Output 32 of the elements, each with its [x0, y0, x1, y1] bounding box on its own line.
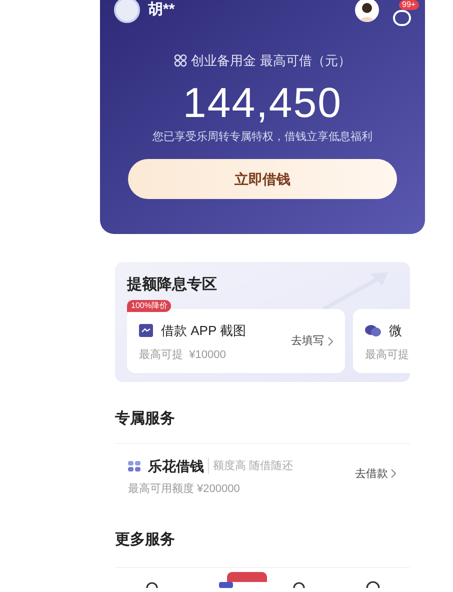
four-dots-icon	[128, 460, 141, 472]
offer-action: 去填写	[291, 334, 324, 349]
discount-badge: 100%降价	[127, 300, 172, 312]
avatar-icon[interactable]	[114, 0, 140, 23]
image-icon	[139, 324, 153, 338]
credit-amount: 144,450	[182, 78, 344, 126]
section-title: 提额降息专区	[127, 275, 217, 295]
service-name: 乐花借钱	[148, 456, 204, 476]
credit-label: 创业备用金 最高可借（元）	[191, 52, 351, 70]
user-name: 胡**	[148, 0, 175, 20]
offer-card[interactable]: 微 最高可提	[353, 309, 410, 373]
credit-note: 您已享受乐周转专属特权，借钱立享低息福利	[152, 130, 374, 144]
offer-limit: 最高可提 ¥10000	[139, 348, 227, 362]
service-item[interactable]: 乐花借钱 额度高 随借随还 最高可用额度 ¥200000 去借款	[115, 442, 410, 498]
clover-icon	[174, 54, 188, 68]
chevron-right-icon	[328, 336, 333, 346]
section-title: 更多服务	[115, 530, 176, 550]
offer-title: 微	[389, 322, 402, 340]
offer-title: 借款 APP 截图	[161, 322, 246, 340]
service-action: 去借款	[355, 466, 388, 482]
borrow-now-button[interactable]: 立即借钱	[128, 159, 397, 199]
message-badge: 99+	[399, 0, 419, 10]
service-tagline: 额度高 随借随还	[208, 458, 294, 474]
person-avatar-icon[interactable]	[355, 0, 379, 22]
chat-bubbles-icon	[365, 324, 381, 338]
service-limit: 最高可用额度 ¥200000	[128, 482, 241, 496]
chevron-right-icon	[391, 469, 396, 478]
offer-card[interactable]: 借款 APP 截图 最高可提 ¥10000 去填写	[127, 309, 345, 373]
offer-limit: 最高可提	[365, 348, 410, 362]
section-title: 专属服务	[115, 409, 176, 429]
promo-badge-icon	[227, 572, 267, 582]
arrow-drawing	[320, 270, 390, 310]
